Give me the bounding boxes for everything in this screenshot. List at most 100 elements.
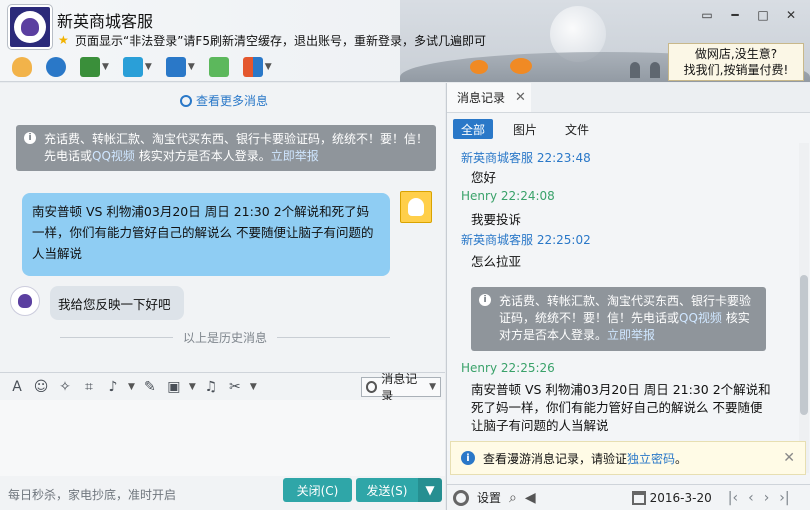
- chevron-down-icon[interactable]: ▼: [189, 382, 196, 392]
- sender-name: 新英商城客服: [461, 151, 534, 165]
- date-value: 2016-3-20: [649, 490, 712, 505]
- message-time: 22:24:08: [500, 189, 555, 203]
- message-input[interactable]: [0, 400, 445, 476]
- file-transfer-button[interactable]: ▼: [119, 54, 156, 80]
- chevron-down-icon[interactable]: ▼: [250, 382, 257, 392]
- history-scrollbar[interactable]: [799, 143, 809, 473]
- image-icon[interactable]: ▣: [165, 378, 183, 396]
- apps-grid-icon: [242, 57, 263, 77]
- info-icon: i: [479, 294, 491, 306]
- premier-league-logo: [14, 11, 46, 43]
- chevron-down-icon: ▼: [264, 62, 272, 72]
- apps-grid-button[interactable]: ▼: [239, 54, 276, 80]
- qq-video-link[interactable]: QQ视频: [92, 149, 135, 163]
- clock-icon: [366, 381, 378, 393]
- date-picker[interactable]: 2016-3-20: [631, 490, 712, 505]
- tab-message-history[interactable]: 消息记录 ✕: [447, 83, 531, 113]
- webcam-icon: [46, 57, 66, 77]
- scissors-icon[interactable]: ✂: [226, 378, 244, 396]
- history-entry-header: 新英商城客服 22:23:48: [461, 149, 591, 166]
- search-icon[interactable]: ⌕: [509, 490, 517, 506]
- outgoing-message-bubble: 南安普顿 VS 利物浦03月20日 周日 21:30 2个解说和死了妈一样，你们…: [22, 193, 390, 276]
- page-navigation: |‹ ‹ › ›|: [728, 490, 790, 506]
- roaming-history-toast: i 查看漫游消息记录，请验证独立密码。 ✕: [450, 441, 806, 475]
- chevron-down-icon[interactable]: ▼: [128, 382, 135, 392]
- gear-icon[interactable]: [453, 489, 469, 506]
- send-button[interactable]: 发送(S): [356, 478, 418, 502]
- music-icon[interactable]: ♫: [202, 378, 220, 396]
- add-app-icon: [208, 57, 229, 77]
- remote-desktop-icon: [165, 57, 186, 77]
- message-time: 22:25:02: [536, 233, 591, 247]
- promo-footer-text[interactable]: 每日秒杀，家电抄底，准时开启: [8, 486, 176, 503]
- independent-password-link[interactable]: 独立密码: [627, 452, 675, 466]
- magic-wand-icon[interactable]: ✧: [56, 378, 74, 396]
- presentation-icon: [80, 57, 100, 77]
- presentation-button[interactable]: ▼: [76, 54, 113, 80]
- view-more-label: 查看更多消息: [196, 94, 269, 108]
- system-warning-message: i 充话费、转帐汇款、淘宝代买东西、银行卡要验证码，统统不！要！信！先电话或QQ…: [16, 125, 436, 171]
- maximize-button[interactable]: □: [752, 6, 774, 24]
- calendar-icon: [631, 490, 646, 505]
- ad-line-2: 找我们,按销量付费!: [683, 63, 789, 77]
- video-call-button[interactable]: [42, 54, 70, 80]
- next-page-icon[interactable]: ›: [764, 490, 770, 506]
- incoming-message-bubble: 我给您反映一下好吧: [50, 286, 184, 320]
- filter-files[interactable]: 文件: [557, 119, 597, 139]
- contact-avatar-small[interactable]: [10, 286, 40, 316]
- ad-banner[interactable]: 做网店,没生意? 找我们,按销量付费!: [668, 43, 804, 81]
- view-more-messages-link[interactable]: 查看更多消息: [180, 92, 268, 109]
- skin-button[interactable]: ▭: [696, 6, 718, 24]
- close-chat-button[interactable]: 关闭(C): [283, 478, 352, 502]
- speaker-icon[interactable]: ◀: [525, 490, 536, 506]
- message-history-button[interactable]: 消息记录 ▼: [361, 372, 441, 403]
- send-options-button[interactable]: ▼: [418, 478, 442, 502]
- history-entry-text: 怎么拉亚: [471, 254, 522, 269]
- history-footer: 设置 ⌕ ◀ 2016-3-20 |‹ ‹ › ›|: [447, 484, 810, 510]
- emoji-icon[interactable]: ☺: [32, 378, 50, 396]
- contact-avatar[interactable]: [8, 5, 52, 49]
- screenshot-icon[interactable]: ⌗: [80, 378, 98, 396]
- minimize-button[interactable]: ━: [724, 6, 746, 24]
- voice-message-icon[interactable]: ♪: [104, 378, 122, 396]
- settings-label[interactable]: 设置: [477, 489, 501, 506]
- sender-name: Henry: [461, 189, 498, 203]
- edit-icon[interactable]: ✎: [141, 378, 159, 396]
- last-page-icon[interactable]: ›|: [779, 490, 789, 506]
- pumpkin-icon: [510, 58, 532, 74]
- close-icon[interactable]: ✕: [515, 90, 526, 105]
- scroll-thumb[interactable]: [800, 275, 808, 415]
- filter-images[interactable]: 图片: [505, 119, 545, 139]
- contact-notice: 页面显示“非法登录”请F5刷新清空缓存，退出账号，重新登录，多试几遍即可: [75, 34, 486, 48]
- add-app-button[interactable]: [205, 54, 233, 80]
- clock-icon: [180, 94, 192, 107]
- window-controls: ▭ ━ □ ✕: [696, 6, 802, 24]
- chat-pane: 查看更多消息 i 充话费、转帐汇款、淘宝代买东西、银行卡要验证码，统统不！要！信…: [0, 83, 445, 510]
- report-link[interactable]: 立即举报: [607, 328, 655, 342]
- filter-all[interactable]: 全部: [453, 119, 494, 139]
- close-window-button[interactable]: ✕: [780, 6, 802, 24]
- history-message-list: 新英商城客服 22:23:48 您好 Henry 22:24:08 我要投诉 新…: [447, 143, 799, 443]
- report-link[interactable]: 立即举报: [271, 149, 319, 163]
- ad-line-1: 做网店,没生意?: [694, 47, 778, 61]
- chevron-down-icon: ▼: [144, 62, 152, 72]
- star-icon: ★: [58, 33, 69, 47]
- remote-desktop-button[interactable]: ▼: [162, 54, 199, 80]
- font-icon[interactable]: A: [8, 378, 26, 396]
- sender-name: Henry: [461, 361, 498, 375]
- close-icon[interactable]: ✕: [783, 450, 795, 466]
- qq-video-link[interactable]: QQ视频: [679, 311, 722, 325]
- history-divider-label: 以上是历史消息: [183, 330, 268, 345]
- toast-text: 查看漫游消息记录，请验证: [483, 451, 628, 466]
- voice-call-button[interactable]: [8, 54, 36, 80]
- history-entry-header: 新英商城客服 22:25:02: [461, 231, 591, 248]
- sender-name: 新英商城客服: [461, 233, 534, 247]
- history-filters: 全部 图片 文件: [453, 119, 597, 139]
- first-page-icon[interactable]: |‹: [728, 490, 738, 506]
- chevron-down-icon: ▼: [425, 483, 435, 497]
- divider-line: [60, 336, 173, 338]
- lion-icon: [18, 294, 32, 308]
- history-entry-text: 我要投诉: [471, 212, 522, 227]
- my-avatar[interactable]: [400, 191, 432, 223]
- prev-page-icon[interactable]: ‹: [748, 490, 754, 506]
